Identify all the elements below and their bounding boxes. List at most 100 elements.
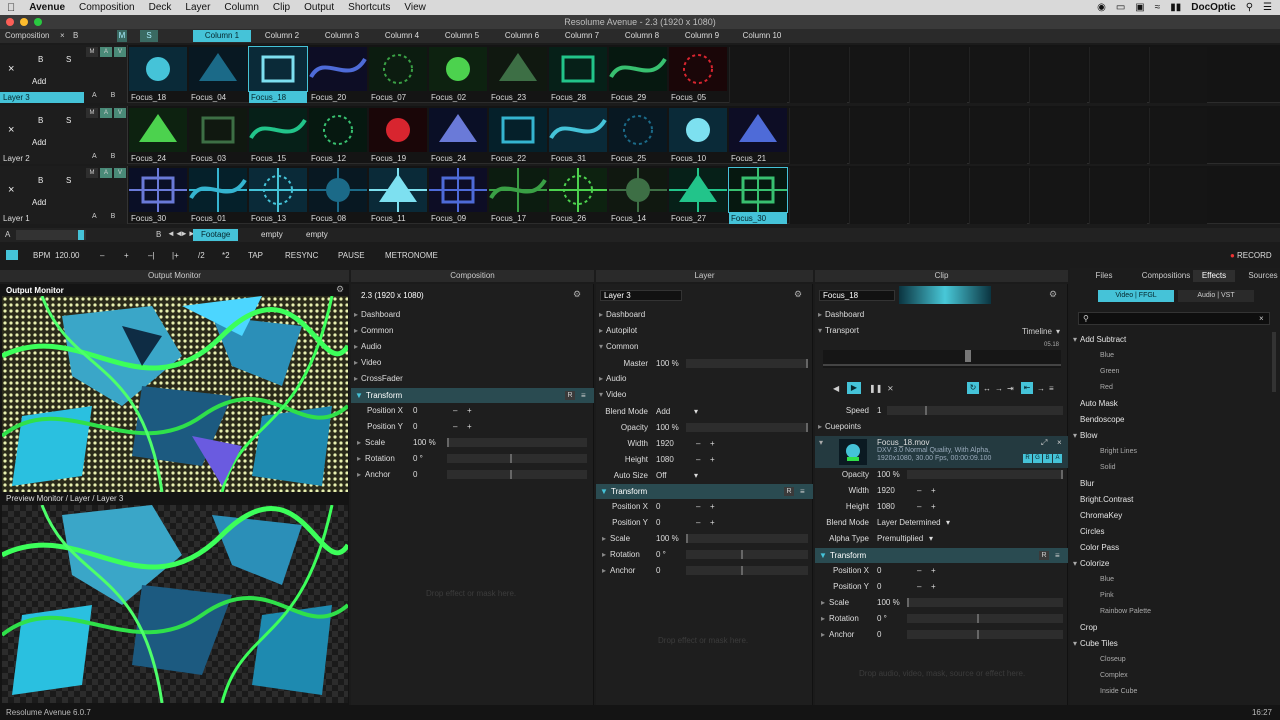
battery-icon[interactable]: ▮▮ — [1170, 2, 1181, 13]
maximize-window-button[interactable] — [34, 18, 42, 26]
effect-item[interactable]: Blue — [1070, 348, 1270, 364]
param-value[interactable]: 100 % — [877, 598, 900, 607]
wifi-icon[interactable]: ≈ — [1155, 2, 1161, 13]
menu-shortcuts[interactable]: Shortcuts — [341, 2, 397, 13]
empty-clip-slot[interactable] — [729, 47, 787, 103]
clip-thumbnail[interactable] — [429, 168, 487, 212]
column-header-3[interactable]: Column 3 — [313, 30, 371, 42]
clip-thumbnail[interactable] — [129, 168, 187, 212]
param-minus[interactable]: – — [453, 406, 457, 415]
layer-blend-chevron-icon[interactable]: ▾ — [694, 407, 698, 416]
clip-slot[interactable]: Focus_27 — [669, 168, 727, 224]
layer-master-value[interactable]: 100 % — [656, 359, 679, 368]
clip-thumbnail[interactable] — [489, 47, 547, 91]
menu-clip[interactable]: Clip — [266, 2, 297, 13]
layer-bypass-button[interactable]: B — [38, 176, 43, 185]
layer-bypass-button[interactable]: B — [38, 116, 43, 125]
param-slider[interactable] — [686, 550, 808, 559]
column-header-4[interactable]: Column 4 — [373, 30, 431, 42]
layer-height-plus[interactable]: + — [710, 455, 715, 464]
param-value[interactable]: 100 % — [656, 534, 679, 543]
layer-transform-reset-button[interactable]: R — [784, 487, 794, 496]
layer-common-row[interactable]: ▾ Common — [596, 339, 812, 354]
layer-blend-dropdown[interactable]: Add — [656, 407, 670, 416]
layer-name[interactable]: Layer 3 — [0, 92, 84, 103]
param-slider[interactable] — [447, 454, 587, 463]
nudge-plus-button[interactable]: |+ — [172, 251, 179, 260]
clip-label[interactable]: Focus_04 — [189, 92, 247, 103]
param-slider[interactable] — [686, 534, 808, 543]
param-slider[interactable] — [447, 470, 587, 479]
deck-tab[interactable]: empty — [298, 229, 336, 241]
layer-a-toggle[interactable]: A — [100, 108, 112, 118]
clip-slot[interactable]: Focus_14 — [609, 168, 667, 224]
param-minus[interactable]: – — [917, 566, 921, 575]
layer-b-toggle[interactable]: B — [111, 213, 116, 220]
layer-bypass-button[interactable]: B — [38, 55, 43, 64]
crossfader-slider[interactable] — [16, 230, 86, 240]
play-once-icon[interactable]: → — [995, 384, 1003, 393]
column-header-10[interactable]: Column 10 — [733, 30, 791, 42]
minimize-window-button[interactable] — [20, 18, 28, 26]
channel-g-toggle[interactable]: G — [1033, 454, 1042, 463]
clip-thumbnail[interactable] — [729, 108, 787, 152]
bpm-double-button[interactable]: *2 — [222, 251, 230, 260]
play-backward-icon[interactable]: ◀ — [833, 384, 839, 393]
comp-section-row[interactable]: ▸ Video — [351, 355, 593, 370]
channel-b-toggle[interactable]: B — [1043, 454, 1052, 463]
clip-label[interactable]: Focus_28 — [549, 92, 607, 103]
effect-item[interactable]: ▾ Add Subtract — [1070, 332, 1270, 348]
clip-speed-value[interactable]: 1 — [877, 406, 881, 415]
clip-slot[interactable]: Focus_12 — [309, 108, 367, 164]
close-window-button[interactable] — [6, 18, 14, 26]
menu-output[interactable]: Output — [297, 2, 341, 13]
empty-clip-slot[interactable] — [969, 108, 1027, 164]
clip-thumbnail[interactable] — [549, 47, 607, 91]
channel-r-toggle[interactable]: R — [1023, 454, 1032, 463]
empty-clip-slot[interactable] — [789, 108, 847, 164]
param-slider[interactable] — [907, 614, 1063, 623]
layer-width-value[interactable]: 1920 — [656, 439, 674, 448]
clip-thumbnail[interactable] — [309, 168, 367, 212]
clip-thumbnail[interactable] — [549, 168, 607, 212]
display-icon[interactable]: ▭ — [1116, 2, 1125, 13]
clip-thumbnail[interactable] — [669, 108, 727, 152]
play-once-hold-icon[interactable]: ⇥ — [1007, 384, 1014, 393]
effect-item[interactable]: Bright.Contrast — [1070, 492, 1270, 508]
column-header-1[interactable]: Column 1 — [193, 30, 251, 42]
clip-slot[interactable]: Focus_05 — [669, 47, 727, 103]
effect-item[interactable]: Inside Cube — [1070, 684, 1270, 700]
clip-dashboard-row[interactable]: ▸ Dashboard — [815, 307, 1067, 322]
clip-label[interactable]: Focus_09 — [429, 213, 487, 224]
param-plus[interactable]: + — [931, 566, 936, 575]
empty-clip-slot[interactable] — [1029, 47, 1087, 103]
param-value[interactable]: 0 ° — [413, 454, 423, 463]
param-value[interactable]: 0 — [656, 502, 660, 511]
clip-thumbnail[interactable] — [249, 108, 307, 152]
column-header-6[interactable]: Column 6 — [493, 30, 551, 42]
clip-width-minus[interactable]: – — [917, 486, 921, 495]
clip-thumbnail[interactable] — [609, 47, 667, 91]
clip-slot[interactable]: Focus_30 — [728, 167, 788, 224]
clip-slot[interactable]: Focus_18 — [248, 46, 308, 103]
clip-thumbnail[interactable] — [309, 108, 367, 152]
clip-slot[interactable]: Focus_17 — [489, 168, 547, 224]
clip-slot[interactable]: Focus_19 — [369, 108, 427, 164]
clip-speed-slider[interactable] — [887, 406, 1063, 415]
notifications-icon[interactable]: ☰ — [1263, 2, 1272, 13]
clip-timeline-dropdown[interactable]: Timeline — [1022, 327, 1052, 336]
clip-timeline-scrubber[interactable] — [823, 350, 1061, 368]
clip-slot[interactable]: Focus_15 — [249, 108, 307, 164]
layer-opacity-value[interactable]: 100 % — [656, 423, 679, 432]
clip-transform-row[interactable]: ▼ Transform R ≡ — [815, 548, 1068, 563]
clip-slot[interactable]: Focus_30 — [129, 168, 187, 224]
layer-m-toggle[interactable]: M — [86, 47, 98, 57]
effect-item[interactable]: Color Pass — [1070, 540, 1270, 556]
clip-label[interactable]: Focus_14 — [609, 213, 667, 224]
layer-height-value[interactable]: 1080 — [656, 455, 674, 464]
layer-v-toggle[interactable]: V — [114, 47, 126, 57]
disconnect-all-button[interactable]: × — [60, 30, 65, 42]
composition-name[interactable]: 2.3 (1920 x 1080) — [361, 291, 424, 300]
clip-source-row[interactable]: ▾ Focus_18.mov DXV 3.0 Normal Quality, W… — [815, 436, 1068, 468]
clip-name-field[interactable]: Focus_18 — [819, 290, 895, 301]
